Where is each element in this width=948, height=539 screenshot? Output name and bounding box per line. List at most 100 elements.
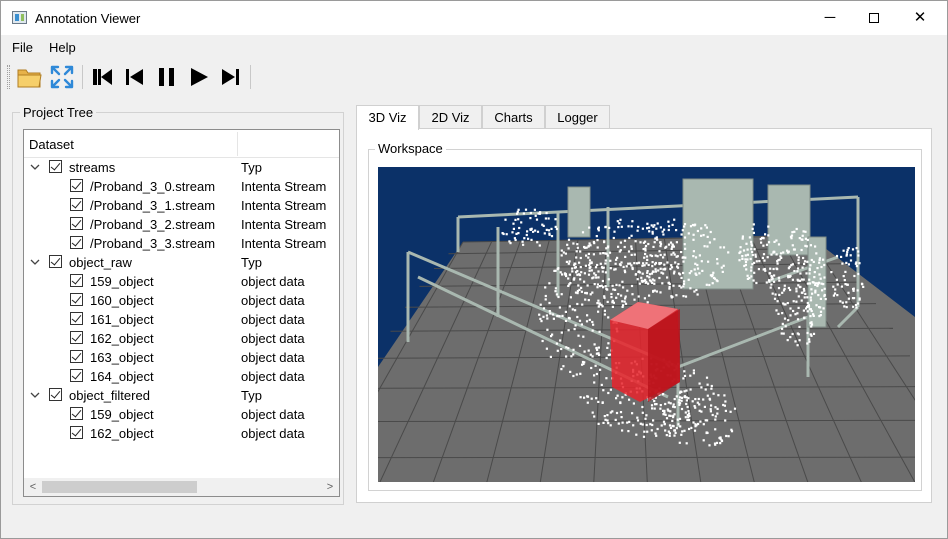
cloud-point <box>776 300 779 303</box>
tree-item-row[interactable]: 162_object object data <box>24 329 339 348</box>
tree-item-row[interactable]: /Proband_3_1.stream Intenta Stream <box>24 196 339 215</box>
cloud-point <box>571 270 574 273</box>
tree-item-row[interactable]: 160_object object data <box>24 291 339 310</box>
tree-item-row[interactable]: /Proband_3_2.stream Intenta Stream <box>24 215 339 234</box>
tree-item-row[interactable]: 159_object object data <box>24 405 339 424</box>
tree-group-row[interactable]: object_raw Typ <box>24 253 339 272</box>
cloud-point <box>551 333 554 336</box>
tree-item-row[interactable]: /Proband_3_0.stream Intenta Stream <box>24 177 339 196</box>
tab-2d-viz[interactable]: 2D Viz <box>419 105 482 129</box>
checkbox[interactable] <box>70 236 83 249</box>
cloud-point <box>629 262 632 265</box>
tree-item-label: 164_object <box>90 369 154 384</box>
horizontal-scrollbar[interactable]: < > <box>24 478 339 496</box>
checkbox[interactable] <box>49 388 62 401</box>
cloud-point <box>517 208 520 211</box>
checkbox[interactable] <box>70 217 83 230</box>
step-forward-button[interactable] <box>217 63 245 91</box>
tree-group-row[interactable]: streams Typ <box>24 158 339 177</box>
cloud-point <box>698 254 701 257</box>
cloud-point <box>590 269 593 272</box>
cloud-point <box>534 229 537 232</box>
maximize-button[interactable] <box>851 1 897 35</box>
cloud-point <box>558 315 561 318</box>
scrollbar-thumb[interactable] <box>42 481 197 493</box>
tree-item-row[interactable]: 161_object object data <box>24 310 339 329</box>
checkbox[interactable] <box>70 312 83 325</box>
tab-3d-viz[interactable]: 3D Viz <box>356 105 419 130</box>
fit-view-button[interactable] <box>48 63 76 91</box>
tree-item-row[interactable]: /Proband_3_3.stream Intenta Stream <box>24 234 339 253</box>
tree-item-row[interactable]: 164_object object data <box>24 367 339 386</box>
tree-item-row[interactable]: 159_object object data <box>24 272 339 291</box>
checkbox[interactable] <box>70 369 83 382</box>
checkbox[interactable] <box>70 274 83 287</box>
checkbox[interactable] <box>70 407 83 420</box>
cloud-point <box>662 420 666 423</box>
checkbox[interactable] <box>70 350 83 363</box>
cloud-point <box>611 284 614 287</box>
checkbox[interactable] <box>70 293 83 306</box>
checkbox[interactable] <box>70 198 83 211</box>
cloud-point <box>615 296 618 299</box>
cloud-point <box>684 247 687 250</box>
checkbox[interactable] <box>70 331 83 344</box>
tree-group-row[interactable]: object_filtered Typ <box>24 386 339 405</box>
cloud-point <box>849 259 853 262</box>
column-divider[interactable] <box>237 132 238 156</box>
cloud-point <box>580 271 583 274</box>
pause-button[interactable] <box>153 63 181 91</box>
cloud-point <box>689 374 692 377</box>
skip-to-start-button[interactable] <box>88 63 116 91</box>
menu-file[interactable]: File <box>12 40 33 55</box>
workspace-title: Workspace <box>375 141 446 156</box>
cloud-point <box>706 419 709 422</box>
cloud-point <box>662 393 665 396</box>
tab-logger[interactable]: Logger <box>545 105 610 129</box>
cloud-point <box>746 248 749 251</box>
step-back-button[interactable] <box>120 63 148 91</box>
chevron-down-icon[interactable] <box>30 388 40 402</box>
checkbox[interactable] <box>49 160 62 173</box>
cloud-point <box>845 261 848 264</box>
chevron-down-icon[interactable] <box>30 255 40 269</box>
cloud-point <box>579 396 582 399</box>
cloud-point <box>597 227 600 230</box>
cloud-point <box>601 270 604 273</box>
cloud-point <box>649 423 652 426</box>
play-button[interactable] <box>185 63 213 91</box>
checkbox[interactable] <box>49 255 62 268</box>
cloud-point <box>809 299 813 302</box>
cloud-point <box>576 273 579 276</box>
scroll-right-arrow[interactable]: > <box>323 480 337 494</box>
chevron-down-icon[interactable] <box>30 160 40 174</box>
checkbox[interactable] <box>70 426 83 439</box>
cloud-point <box>603 295 606 298</box>
cloud-point <box>793 248 796 251</box>
cloud-point <box>593 381 596 384</box>
cloud-point <box>579 266 582 269</box>
cloud-point <box>606 414 609 417</box>
column-header-dataset[interactable]: Dataset <box>29 137 74 152</box>
close-button[interactable]: ✕ <box>897 1 943 35</box>
cloud-point <box>606 346 609 349</box>
minimize-button[interactable]: ─ <box>807 1 853 35</box>
cloud-point <box>684 295 688 298</box>
cloud-point <box>711 282 714 285</box>
cloud-point <box>593 374 596 377</box>
cloud-point <box>589 293 592 296</box>
tree-item-row[interactable]: 162_object object data <box>24 424 339 443</box>
tree-item-row[interactable]: 163_object object data <box>24 348 339 367</box>
cloud-point <box>569 370 572 373</box>
checkbox[interactable] <box>70 179 83 192</box>
cloud-point <box>696 401 699 404</box>
3d-viewport[interactable] <box>378 167 915 482</box>
cloud-point <box>815 304 818 307</box>
open-folder-button[interactable] <box>15 63 43 91</box>
cloud-point <box>611 299 614 302</box>
menu-help[interactable]: Help <box>49 40 76 55</box>
cloud-point <box>693 429 697 432</box>
tab-charts[interactable]: Charts <box>482 105 545 129</box>
scroll-left-arrow[interactable]: < <box>26 480 40 494</box>
cloud-point <box>567 238 571 241</box>
